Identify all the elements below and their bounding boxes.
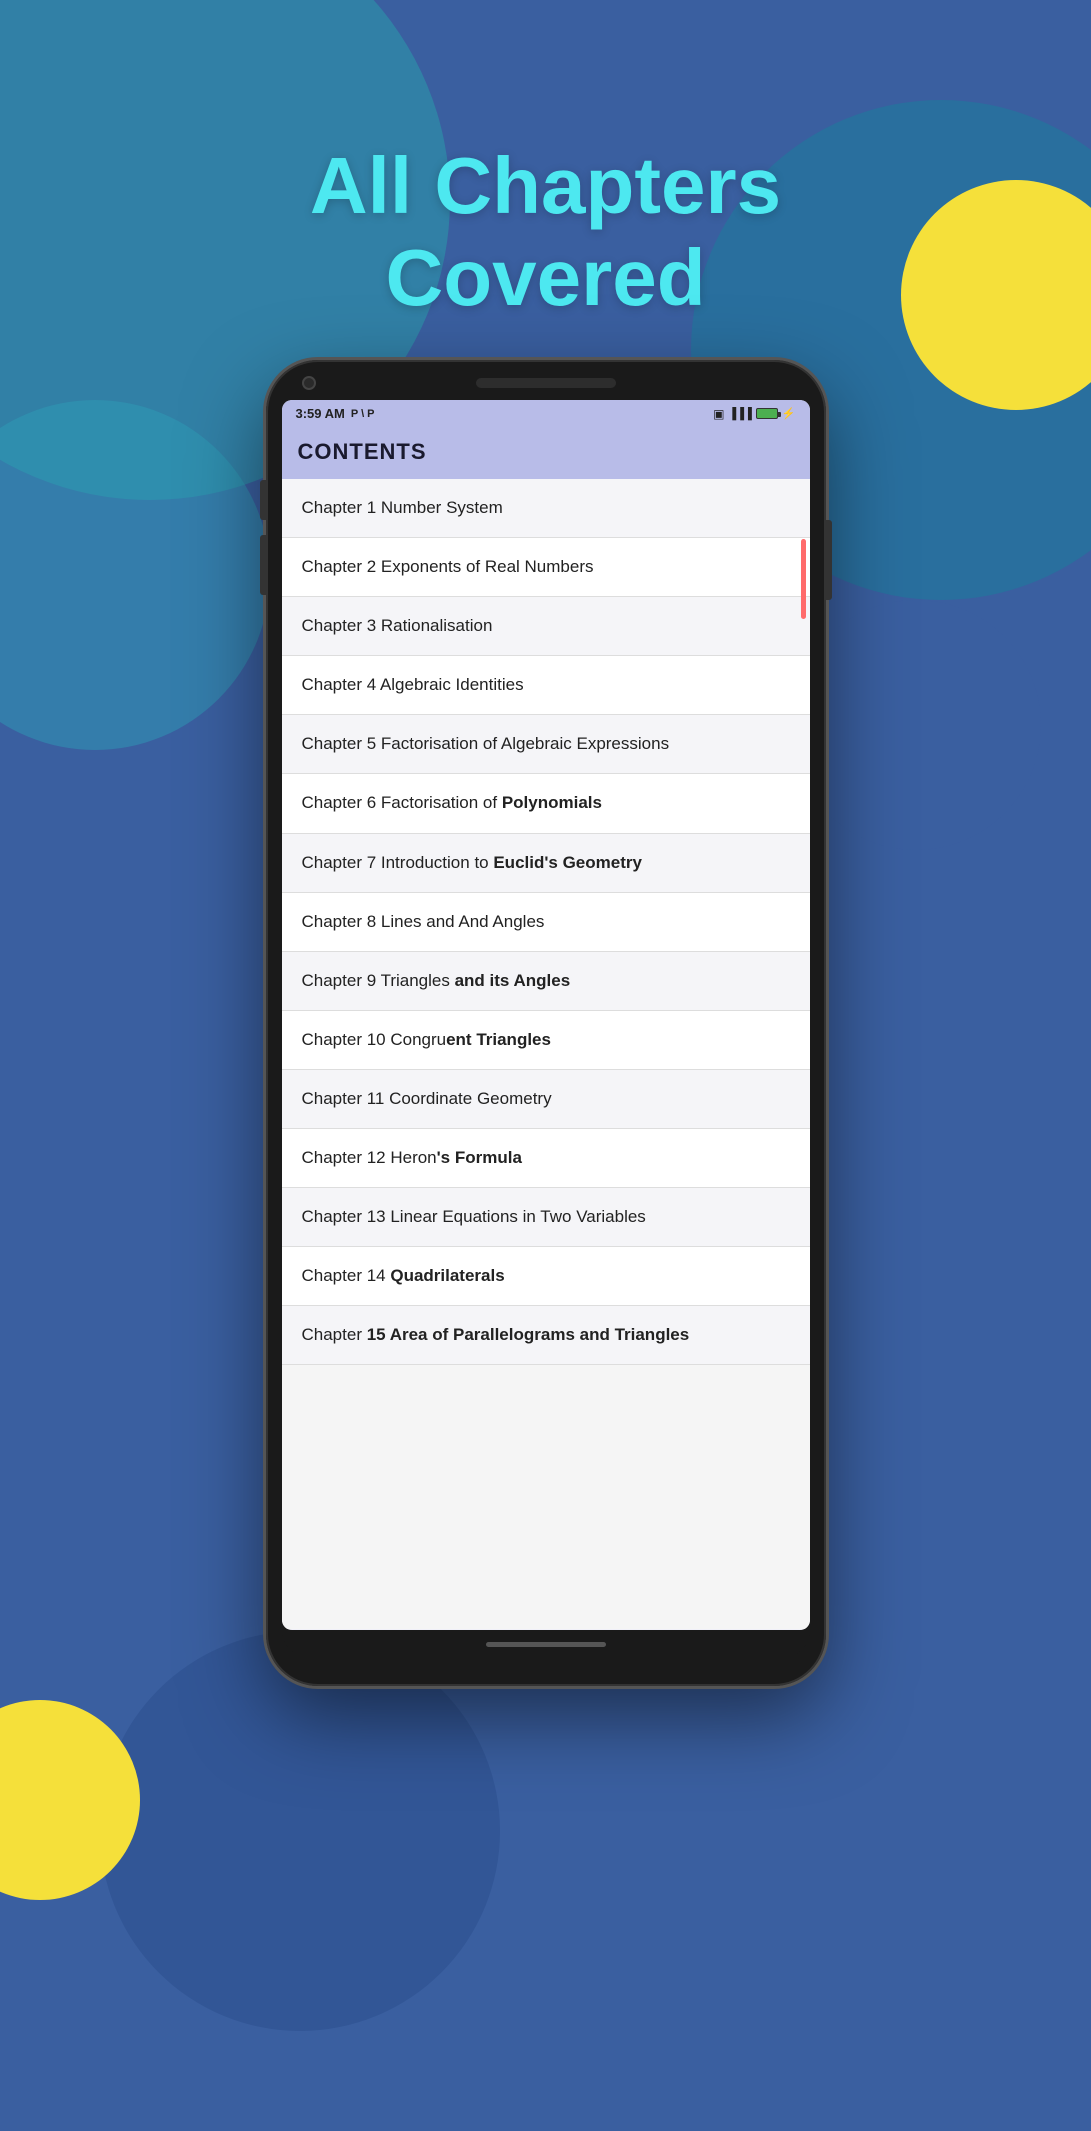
chapter-item-3[interactable]: Chapter 3 Rationalisation	[282, 597, 810, 656]
volume-button-2	[260, 535, 266, 595]
chapter-item-15[interactable]: Chapter 15 Area of Parallelograms and Tr…	[282, 1306, 810, 1365]
chapter-item-13[interactable]: Chapter 13 Linear Equations in Two Varia…	[282, 1188, 810, 1247]
chapter-9-bold: and its Angles	[455, 971, 571, 990]
charging-icon: ⚡	[782, 407, 796, 420]
chapter-list[interactable]: Chapter 1 Number System Chapter 2 Expone…	[282, 479, 810, 1629]
phone-body: 3:59 AM P \ P ▣ ▐▐▐ ⚡ CONTENTS	[266, 360, 826, 1686]
chapter-6-bold: Polynomials	[502, 793, 602, 812]
chapter-item-1[interactable]: Chapter 1 Number System	[282, 479, 810, 538]
battery-icon	[756, 408, 778, 419]
chapter-10-bold: ent Triangles	[446, 1030, 551, 1049]
chapter-item-14[interactable]: Chapter 14 Quadrilaterals	[282, 1247, 810, 1306]
power-button	[826, 520, 832, 600]
earpiece-speaker	[476, 378, 616, 388]
wifi-icon: ▣	[713, 407, 724, 421]
status-bar-left: 3:59 AM P \ P	[296, 406, 375, 421]
chapter-item-5[interactable]: Chapter 5 Factorisation of Algebraic Exp…	[282, 715, 810, 774]
status-icons: P \ P	[351, 408, 375, 420]
status-bar-right: ▣ ▐▐▐ ⚡	[713, 407, 795, 421]
chapter-12-bold: 's Formula	[437, 1148, 522, 1167]
chapter-14-bold: Quadrilaterals	[390, 1266, 504, 1285]
heading-line1: All Chapters	[310, 141, 781, 230]
chapter-7-bold: Euclid's Geometry	[493, 853, 642, 872]
volume-button-1	[260, 480, 266, 520]
heading-text: All Chapters Covered	[0, 140, 1091, 324]
heading-line2: Covered	[385, 233, 705, 322]
status-bar: 3:59 AM P \ P ▣ ▐▐▐ ⚡	[282, 400, 810, 427]
scroll-indicator	[801, 539, 806, 619]
phone-device: 3:59 AM P \ P ▣ ▐▐▐ ⚡ CONTENTS	[266, 360, 826, 1686]
bg-blob-5	[100, 1631, 500, 2031]
signal-icon: ▐▐▐	[728, 408, 751, 420]
contents-header: CONTENTS	[282, 427, 810, 479]
chapter-item-4[interactable]: Chapter 4 Algebraic Identities	[282, 656, 810, 715]
chapter-item-10[interactable]: Chapter 10 Congruent Triangles	[282, 1011, 810, 1070]
contents-title: CONTENTS	[298, 439, 794, 465]
phone-top-bar	[282, 378, 810, 388]
chapter-item-12[interactable]: Chapter 12 Heron's Formula	[282, 1129, 810, 1188]
bg-blob-4	[791, 600, 1041, 850]
home-indicator[interactable]	[486, 1642, 606, 1647]
status-time: 3:59 AM	[296, 406, 345, 421]
chapter-item-2[interactable]: Chapter 2 Exponents of Real Numbers	[282, 538, 810, 597]
phone-screen: 3:59 AM P \ P ▣ ▐▐▐ ⚡ CONTENTS	[282, 400, 810, 1630]
front-camera	[302, 376, 316, 390]
chapter-item-7[interactable]: Chapter 7 Introduction to Euclid's Geome…	[282, 834, 810, 893]
chapter-15-bold: 15 Area of Parallelograms and Triangles	[367, 1325, 690, 1344]
chapter-item-8[interactable]: Chapter 8 Lines and And Angles	[282, 893, 810, 952]
chapter-item-6[interactable]: Chapter 6 Factorisation of Polynomials	[282, 774, 810, 833]
chapter-item-9[interactable]: Chapter 9 Triangles and its Angles	[282, 952, 810, 1011]
phone-bottom-bar	[282, 1630, 810, 1658]
chapter-item-11[interactable]: Chapter 11 Coordinate Geometry	[282, 1070, 810, 1129]
heading: All Chapters Covered	[0, 140, 1091, 324]
